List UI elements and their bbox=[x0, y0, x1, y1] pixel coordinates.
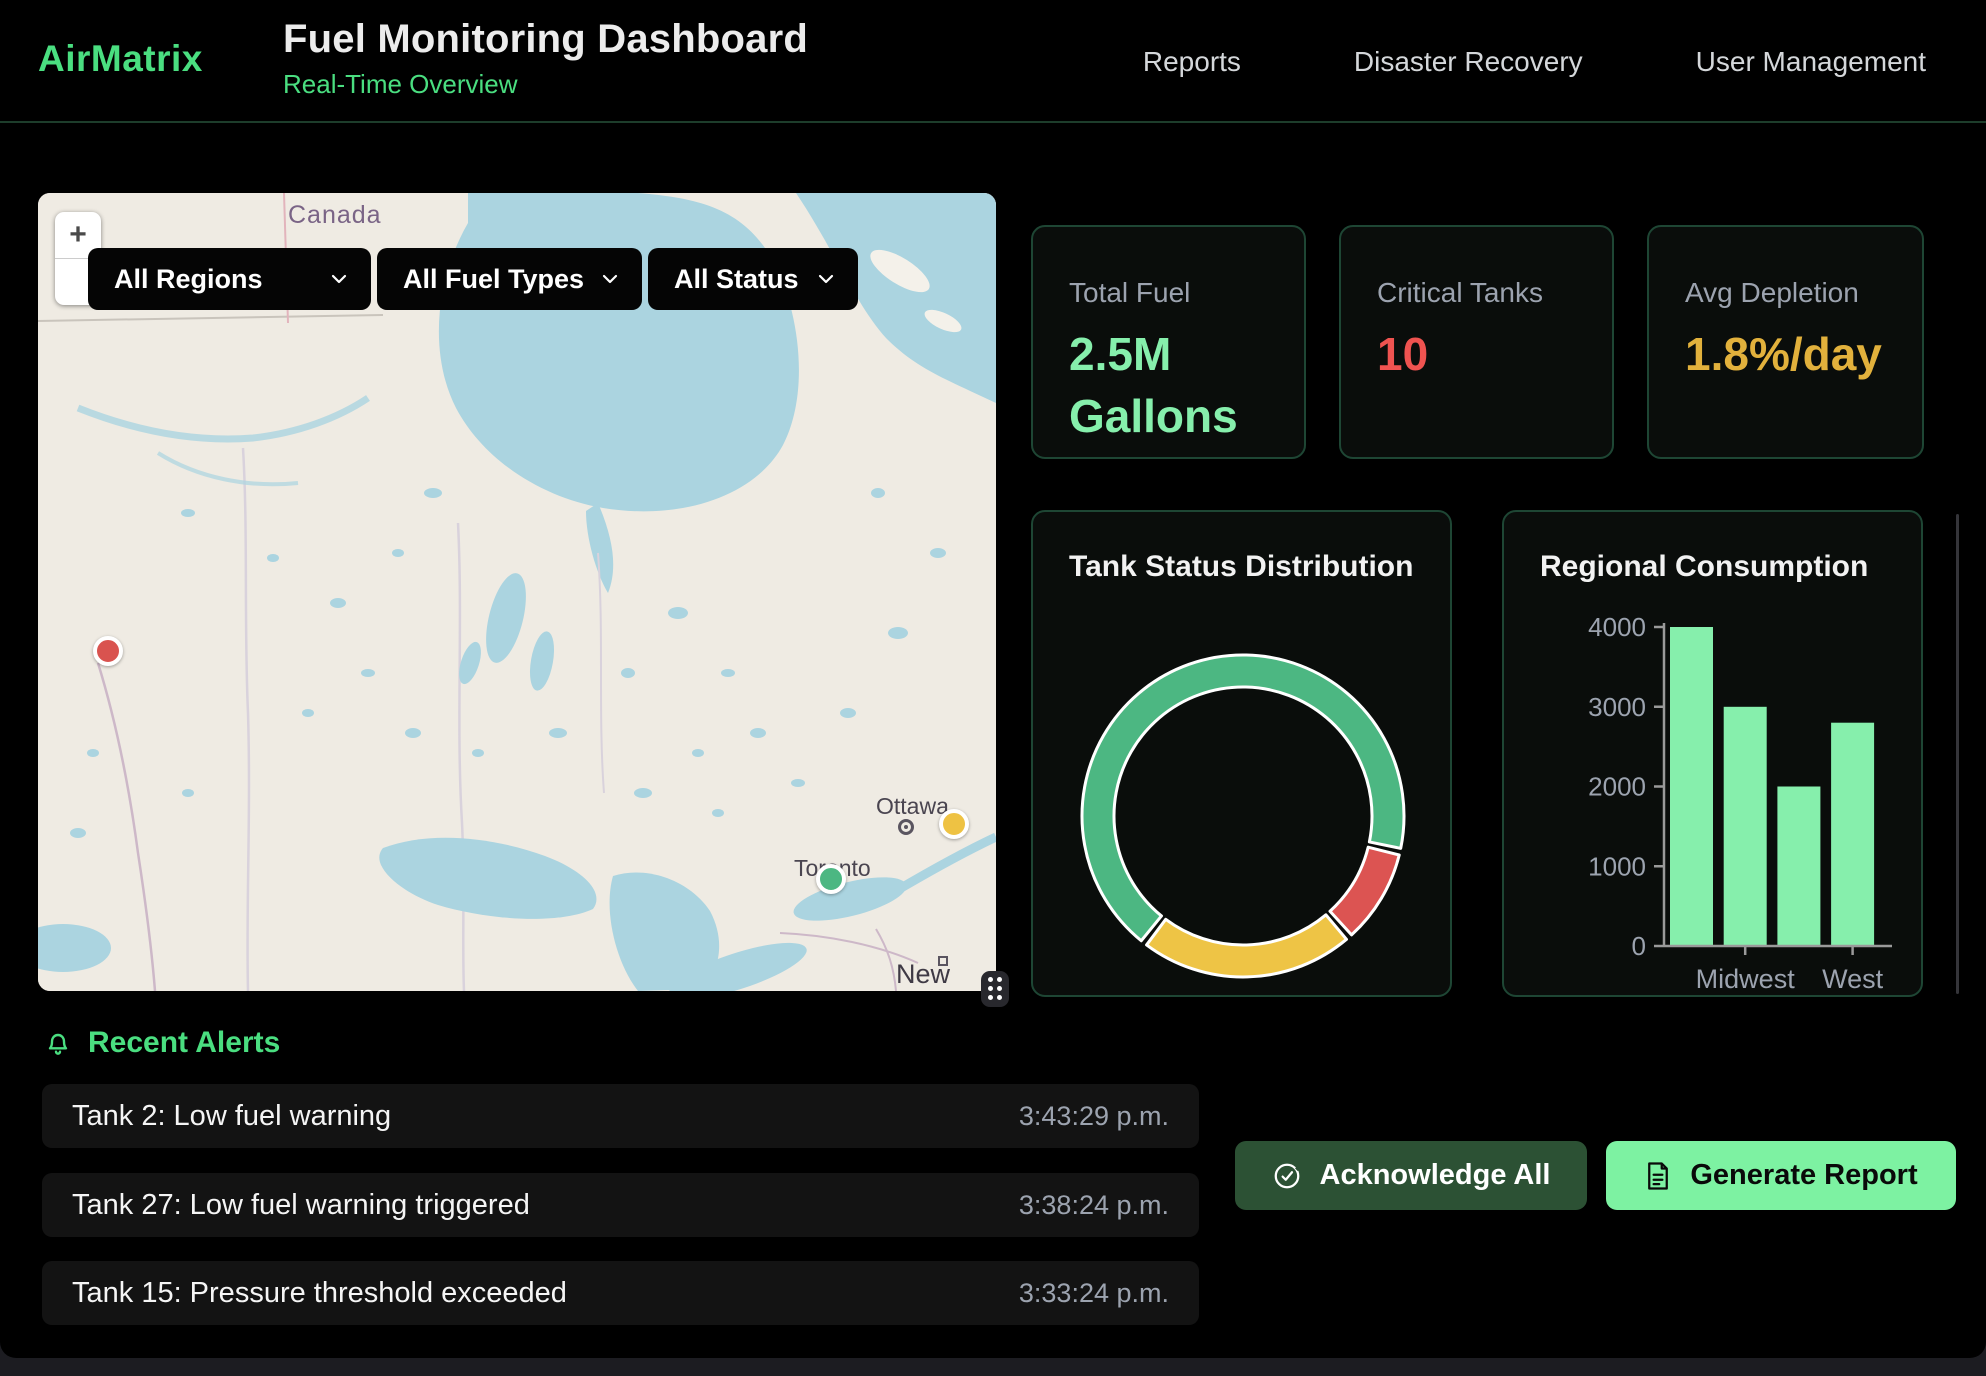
nav-disaster-recovery[interactable]: Disaster Recovery bbox=[1354, 46, 1583, 78]
alert-message: Tank 15: Pressure threshold exceeded bbox=[72, 1277, 567, 1310]
acknowledge-all-button[interactable]: Acknowledge All bbox=[1235, 1141, 1587, 1210]
bar-chart-title: Regional Consumption bbox=[1540, 550, 1868, 584]
alert-message: Tank 27: Low fuel warning triggered bbox=[72, 1189, 530, 1222]
nav-reports[interactable]: Reports bbox=[1143, 46, 1241, 78]
stat-label: Avg Depletion bbox=[1685, 277, 1922, 309]
stat-card-total-fuel: Total Fuel 2.5M Gallons bbox=[1031, 225, 1306, 459]
document-icon bbox=[1644, 1161, 1672, 1191]
tank-marker-critical[interactable] bbox=[93, 636, 123, 666]
alert-time: 3:33:24 p.m. bbox=[1019, 1278, 1169, 1309]
bell-icon bbox=[42, 1027, 74, 1059]
svg-text:4000: 4000 bbox=[1588, 612, 1646, 642]
generate-report-label: Generate Report bbox=[1690, 1159, 1917, 1192]
map-label-canada: Canada bbox=[288, 201, 382, 230]
fuel-map[interactable]: Canada Ottawa Toronto New York + All Reg… bbox=[38, 193, 996, 991]
recent-alerts-heading: Recent Alerts bbox=[42, 1026, 280, 1060]
stat-value: 2.5M Gallons bbox=[1069, 323, 1269, 447]
stat-value: 1.8%/day bbox=[1685, 323, 1885, 385]
check-circle-icon bbox=[1272, 1161, 1302, 1191]
header: AirMatrix Fuel Monitoring Dashboard Real… bbox=[0, 0, 1986, 123]
fuel-type-filter-select[interactable]: All Fuel Types bbox=[377, 248, 642, 310]
map-filters: All Regions All Fuel Types All Status bbox=[88, 248, 858, 310]
svg-text:West: West bbox=[1822, 964, 1884, 994]
stat-label: Total Fuel bbox=[1069, 277, 1304, 309]
fuel-monitoring-dashboard: AirMatrix Fuel Monitoring Dashboard Real… bbox=[0, 0, 1986, 1376]
region-filter-value: All Regions bbox=[114, 264, 263, 295]
map-label-ottawa: Ottawa bbox=[876, 793, 949, 820]
status-filter-select[interactable]: All Status bbox=[648, 248, 858, 310]
new-york-town-symbol bbox=[938, 956, 948, 966]
svg-text:1000: 1000 bbox=[1588, 851, 1646, 881]
map-resize-handle[interactable] bbox=[981, 971, 1009, 1007]
alert-row[interactable]: Tank 2: Low fuel warning 3:43:29 p.m. bbox=[42, 1084, 1199, 1148]
chevron-down-icon bbox=[602, 271, 618, 287]
tank-status-donut-chart bbox=[1033, 512, 1454, 995]
svg-text:2000: 2000 bbox=[1588, 772, 1646, 802]
scrollbar-thumb[interactable] bbox=[1956, 514, 1959, 994]
region-filter-select[interactable]: All Regions bbox=[88, 248, 371, 310]
chevron-down-icon bbox=[818, 271, 834, 287]
alert-row[interactable]: Tank 27: Low fuel warning triggered 3:38… bbox=[42, 1173, 1199, 1237]
main-nav: Reports Disaster Recovery User Managemen… bbox=[1143, 0, 1926, 123]
page-title: Fuel Monitoring Dashboard bbox=[283, 17, 808, 62]
svg-text:3000: 3000 bbox=[1588, 692, 1646, 722]
donut-chart-title: Tank Status Distribution bbox=[1069, 550, 1413, 584]
generate-report-button[interactable]: Generate Report bbox=[1606, 1141, 1956, 1210]
ottawa-town-symbol bbox=[898, 819, 914, 835]
alert-time: 3:43:29 p.m. bbox=[1019, 1101, 1169, 1132]
svg-text:0: 0 bbox=[1632, 931, 1646, 961]
alert-message: Tank 2: Low fuel warning bbox=[72, 1100, 391, 1133]
regional-consumption-bar-chart: 0 1000 2000 3000 4000 Midwest West bbox=[1504, 512, 1925, 995]
recent-alerts-title: Recent Alerts bbox=[88, 1026, 280, 1060]
stat-label: Critical Tanks bbox=[1377, 277, 1612, 309]
dashboard-surface: AirMatrix Fuel Monitoring Dashboard Real… bbox=[0, 0, 1986, 1358]
regional-consumption-card: Regional Consumption 0 1000 2000 3000 4000 Mi… bbox=[1502, 510, 1923, 997]
tank-marker-normal[interactable] bbox=[816, 864, 846, 894]
alert-time: 3:38:24 p.m. bbox=[1019, 1190, 1169, 1221]
alert-row[interactable]: Tank 15: Pressure threshold exceeded 3:3… bbox=[42, 1261, 1199, 1325]
svg-text:Midwest: Midwest bbox=[1696, 964, 1796, 994]
tank-marker-warning[interactable] bbox=[939, 809, 969, 839]
stat-card-avg-depletion: Avg Depletion 1.8%/day bbox=[1647, 225, 1924, 459]
title-block: Fuel Monitoring Dashboard Real-Time Over… bbox=[283, 17, 808, 100]
page-subtitle: Real-Time Overview bbox=[283, 69, 808, 100]
brand-logo: AirMatrix bbox=[38, 38, 203, 80]
stat-card-critical-tanks: Critical Tanks 10 bbox=[1339, 225, 1614, 459]
status-filter-value: All Status bbox=[674, 264, 799, 295]
tank-status-distribution-card: Tank Status Distribution bbox=[1031, 510, 1452, 997]
stat-value: 10 bbox=[1377, 323, 1577, 385]
chevron-down-icon bbox=[331, 271, 347, 287]
fuel-type-filter-value: All Fuel Types bbox=[403, 264, 584, 295]
nav-user-management[interactable]: User Management bbox=[1696, 46, 1926, 78]
acknowledge-all-label: Acknowledge All bbox=[1320, 1159, 1551, 1192]
